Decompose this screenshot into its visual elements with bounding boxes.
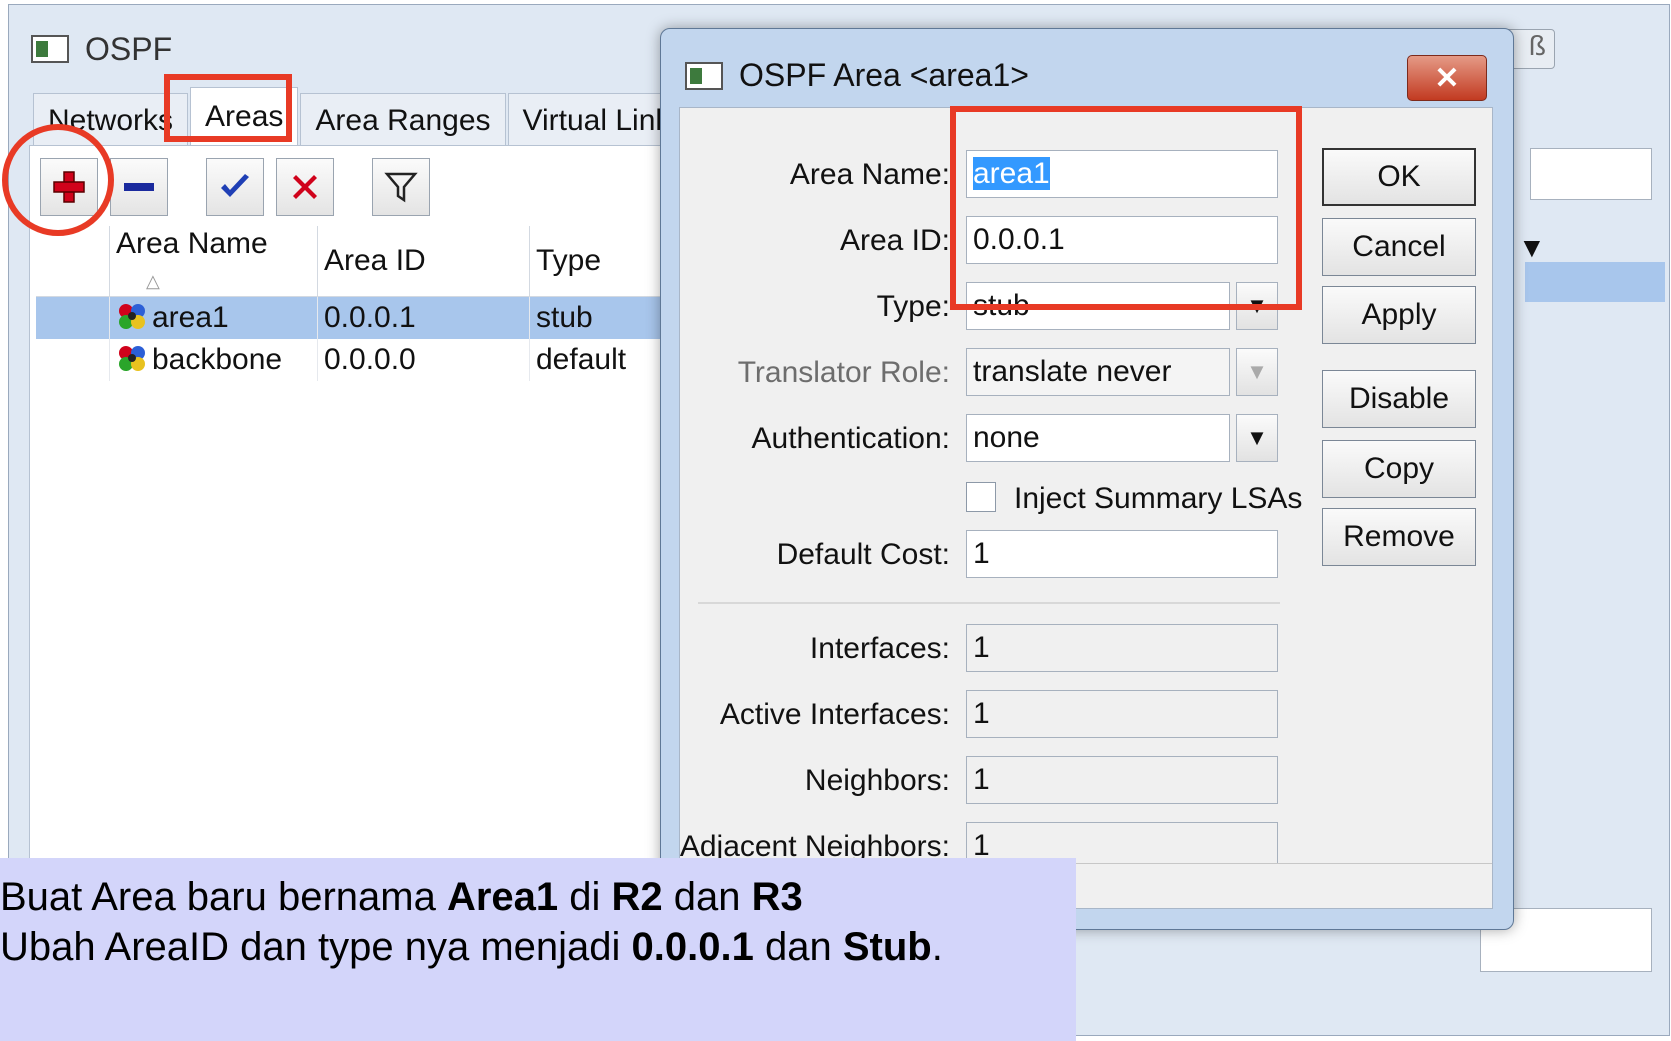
dropdown-arrow-icon: ▼ [1246,359,1268,384]
disable-button[interactable] [276,158,334,216]
table-row[interactable]: backbone 0.0.0.0 default [36,339,710,381]
authentication-dropdown-button[interactable]: ▼ [1236,414,1278,462]
inject-summary-label: Inject Summary LSAs [1014,482,1303,515]
row-spacer [36,339,110,381]
cell-area-id: 0.0.0.1 [317,296,530,339]
area-name-text: area1 [152,301,229,334]
area-id-label: Area ID: [839,224,950,257]
dialog-title: OSPF Area <area1> [739,57,1029,93]
instruction-caption: Buat Area baru bernama Area1 di R2 dan R… [0,858,1076,1041]
area-name-row: Area Name: area1 [680,150,1280,200]
default-cost-input[interactable]: 1 [966,530,1278,578]
ok-button[interactable]: OK [1322,148,1476,206]
authentication-row: Authentication: none ▼ [680,414,1280,464]
minus-icon [124,183,154,191]
remove-button[interactable] [110,158,168,216]
dropdown-arrow-icon: ▼ [1246,425,1268,450]
ospf-area-dialog: OSPF Area <area1> ✕ Area Name: area1 Are… [660,28,1514,930]
table-header: Area Name △ Area ID Type [36,226,710,297]
area-name-text: backbone [152,343,283,376]
interfaces-row: Interfaces: 1 [680,624,1280,674]
active-interfaces-label: Active Interfaces: [719,698,950,731]
dialog-close-button[interactable]: ✕ [1407,55,1487,101]
add-icon [53,171,85,203]
tab-bar: Networks Areas Area Ranges Virtual Links [33,87,702,149]
area-icon [119,304,145,329]
separator [698,602,1280,604]
tab-area-ranges[interactable]: Area Ranges [300,93,506,147]
remove-button[interactable]: Remove [1322,508,1476,566]
area-name-input[interactable]: area1 [966,150,1278,198]
filter-dropdown-icon[interactable]: ▼ [1518,232,1546,264]
caption-line-1: Buat Area baru bernama Area1 di R2 dan R… [0,875,803,919]
apply-button[interactable]: Apply [1322,286,1476,344]
tab-areas[interactable]: Areas [190,87,299,145]
dialog-title-bar: OSPF Area <area1> [685,57,1029,94]
translator-role-row: Translator Role: translate never ▼ [680,348,1280,398]
cell-area-name: backbone [109,339,318,381]
interfaces-label: Interfaces: [809,632,950,665]
copy-button[interactable]: Copy [1322,440,1476,498]
neighbors-value: 1 [966,756,1278,804]
interfaces-value: 1 [966,624,1278,672]
area-id-input[interactable]: 0.0.0.1 [966,216,1278,264]
authentication-label: Authentication: [751,422,950,455]
neighbors-label: Neighbors: [804,764,950,797]
column-header-area-name[interactable]: Area Name △ [109,226,318,297]
type-row: Type: stub ▼ [680,282,1280,332]
window-title: OSPF [85,30,173,67]
active-interfaces-value: 1 [966,690,1278,738]
area-name-value: area1 [973,157,1050,190]
column-label: Area Name [116,227,268,260]
disable-button[interactable]: Disable [1322,370,1476,428]
areas-table: Area Name △ Area ID Type area1 0.0.0.1 s… [36,226,710,381]
translator-role-label: Translator Role: [737,356,950,389]
cell-area-name: area1 [109,296,318,339]
filter-icon [384,172,418,203]
tab-networks[interactable]: Networks [33,93,189,147]
inject-summary-row: Inject Summary LSAs [680,478,1302,528]
type-label: Type: [876,290,950,323]
dialog-window-icon [685,61,723,90]
area-icon [119,346,145,371]
dialog-body: Area Name: area1 Area ID: 0.0.0.1 Type: … [679,107,1493,909]
toolbar [40,158,430,216]
row-spacer [36,296,110,339]
add-button[interactable] [40,158,98,216]
inject-summary-checkbox[interactable] [966,482,996,512]
column-header-area-id[interactable]: Area ID [317,226,530,297]
window-title-bar: OSPF [31,29,172,69]
default-cost-row: Default Cost: 1 [680,530,1280,580]
find-field[interactable] [1530,148,1652,200]
area-id-row: Area ID: 0.0.0.1 [680,216,1280,266]
header-spacer [36,226,110,297]
window-icon [31,35,69,63]
enable-button[interactable] [206,158,264,216]
dropdown-arrow-icon: ▼ [1246,293,1268,318]
close-icon: ✕ [1434,61,1460,95]
translator-role-dropdown-button: ▼ [1236,348,1278,396]
neighbors-row: Neighbors: 1 [680,756,1280,806]
cross-icon [293,175,317,199]
selected-row-extension [1525,262,1665,302]
caption-line-2: Ubah AreaID dan type nya menjadi 0.0.0.1… [0,925,943,969]
table-row[interactable]: area1 0.0.0.1 stub [36,296,710,339]
translator-role-select: translate never [966,348,1230,396]
type-dropdown-button[interactable]: ▼ [1236,282,1278,330]
sort-indicator-icon: △ [146,271,160,291]
default-cost-label: Default Cost: [776,538,950,571]
filter-button[interactable] [372,158,430,216]
area-name-label: Area Name: [789,158,950,191]
cancel-button[interactable]: Cancel [1322,218,1476,276]
active-interfaces-row: Active Interfaces: 1 [680,690,1280,740]
type-select[interactable]: stub [966,282,1230,330]
checkmark-icon [221,174,249,197]
cell-area-id: 0.0.0.0 [317,339,530,381]
authentication-select[interactable]: none [966,414,1230,462]
